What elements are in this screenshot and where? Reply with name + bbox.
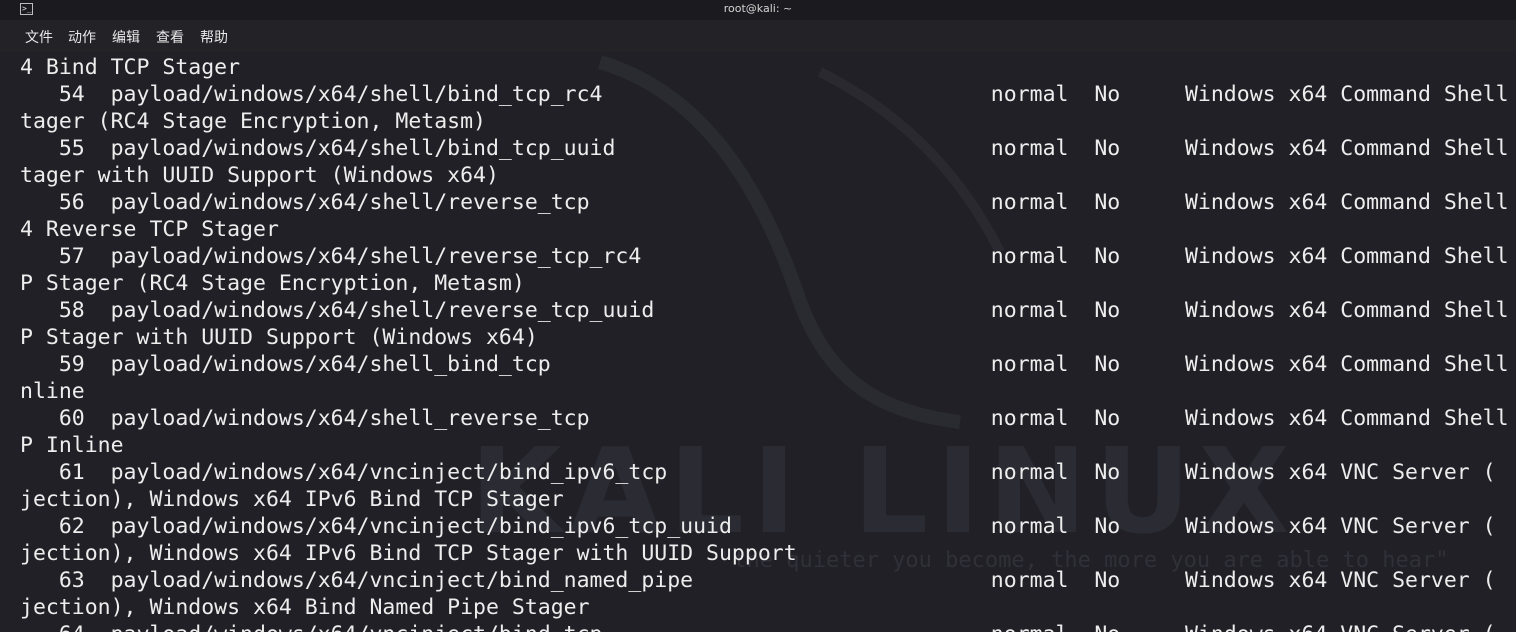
terminal-line: nline [20,379,85,404]
terminal-line: P Stager (RC4 Stage Encryption, Metasm) [20,271,525,296]
terminal-line: P Inline [20,433,124,458]
window-title: root@kali: ~ [723,2,793,15]
terminal-line: tager with UUID Support (Windows x64) [20,163,499,188]
menu-help[interactable]: 帮助 [200,27,228,47]
terminal-line: P Stager with UUID Support (Windows x64) [20,325,538,350]
title-bar[interactable]: >_ root@kali: ~ [0,0,1516,20]
terminal-line: 62 payload/windows/x64/vncinject/bind_ip… [20,514,1496,539]
terminal-line: 55 payload/windows/x64/shell/bind_tcp_uu… [20,136,1509,161]
menu-bar: 文件 动作 编辑 查看 帮助 [0,20,1516,52]
menu-action[interactable]: 动作 [68,27,96,47]
menu-view[interactable]: 查看 [156,27,184,47]
terminal-line: 4 Reverse TCP Stager [20,217,279,242]
terminal-line: 61 payload/windows/x64/vncinject/bind_ip… [20,460,1496,485]
terminal-line: 64 payload/windows/x64/vncinject/bind_tc… [20,621,1509,632]
terminal-lines: 4 Bind TCP Stager 54 payload/windows/x64… [20,54,1509,632]
terminal-output[interactable]: KALI LINUX "the quieter you become, the … [0,52,1516,632]
terminal-line: 54 payload/windows/x64/shell/bind_tcp_rc… [20,82,1509,107]
terminal-line: 56 payload/windows/x64/shell/reverse_tcp… [20,190,1509,215]
terminal-line: jection), Windows x64 IPv6 Bind TCP Stag… [20,487,564,512]
menu-edit[interactable]: 编辑 [112,27,140,47]
terminal-line: 4 Bind TCP Stager [20,55,241,80]
terminal-line: 59 payload/windows/x64/shell_bind_tcp no… [20,352,1509,377]
terminal-line: 60 payload/windows/x64/shell_reverse_tcp… [20,406,1509,431]
menu-file[interactable]: 文件 [25,27,53,47]
terminal-line: tager (RC4 Stage Encryption, Metasm) [20,109,486,134]
terminal-line: 63 payload/windows/x64/vncinject/bind_na… [20,568,1496,593]
terminal-line: 58 payload/windows/x64/shell/reverse_tcp… [20,298,1509,323]
terminal-line: 57 payload/windows/x64/shell/reverse_tcp… [20,244,1509,269]
terminal-line: jection), Windows x64 Bind Named Pipe St… [20,595,590,620]
terminal-line: jection), Windows x64 IPv6 Bind TCP Stag… [20,541,797,566]
